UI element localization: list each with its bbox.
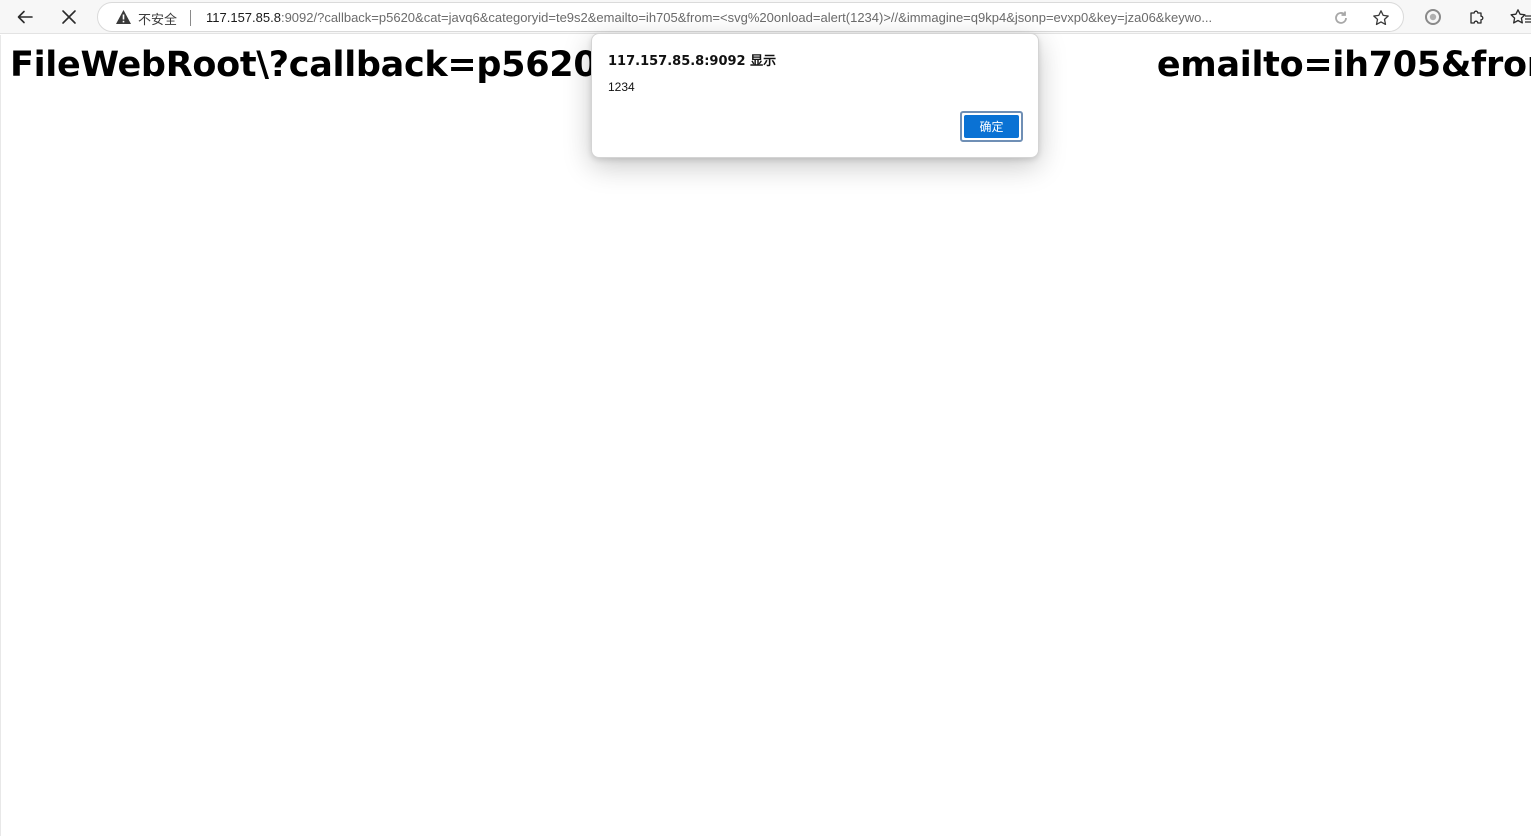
favorites-icon — [1510, 8, 1531, 26]
browser-toolbar: 不安全 117.157.85.8:9092/?callback=p5620&ca… — [0, 0, 1531, 34]
alert-dialog: 117.157.85.8:9092 显示 1234 确定 — [591, 33, 1039, 158]
divider — [190, 10, 191, 26]
puzzle-icon — [1468, 8, 1486, 26]
dialog-message: 1234 — [608, 80, 635, 94]
record-button[interactable] — [1419, 3, 1447, 31]
warning-icon[interactable] — [115, 9, 132, 30]
ok-button[interactable]: 确定 — [960, 111, 1023, 142]
extensions-button[interactable] — [1463, 3, 1491, 31]
favorites-button[interactable] — [1510, 3, 1531, 31]
record-icon — [1424, 8, 1442, 26]
dialog-title: 117.157.85.8:9092 显示 — [608, 54, 777, 69]
security-label[interactable]: 不安全 — [138, 9, 177, 28]
page-heading-right: emailto=ih705&from= — [1156, 45, 1531, 85]
url-path: :9092/?callback=p5620&cat=javq6&category… — [280, 10, 1213, 25]
url-text[interactable]: 117.157.85.8:9092/?callback=p5620&cat=ja… — [206, 10, 1311, 25]
ok-button-label: 确定 — [964, 115, 1019, 138]
stop-button[interactable] — [55, 3, 83, 31]
star-icon[interactable] — [1371, 8, 1391, 28]
close-icon — [61, 9, 77, 25]
back-arrow-icon — [15, 7, 35, 27]
url-host: 117.157.85.8 — [206, 10, 281, 25]
back-button[interactable] — [11, 3, 39, 31]
address-bar[interactable]: 不安全 117.157.85.8:9092/?callback=p5620&ca… — [97, 2, 1404, 32]
refresh-icon[interactable] — [1331, 8, 1351, 28]
